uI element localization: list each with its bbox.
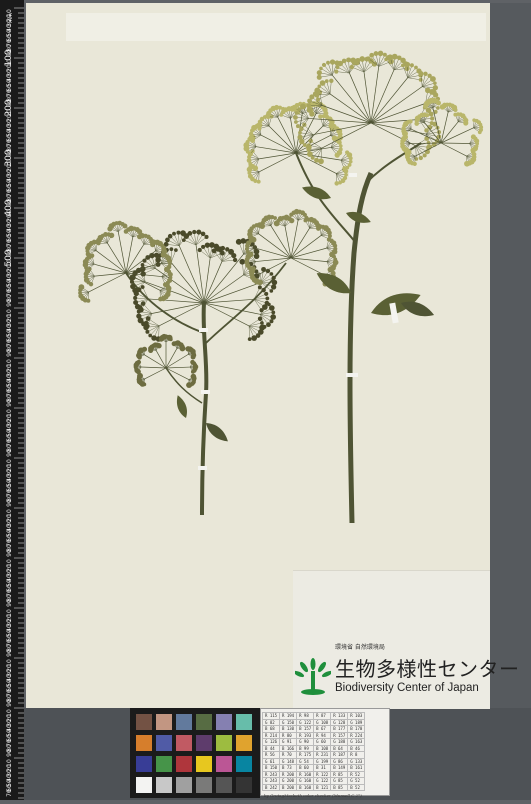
table-cell: B 149 (331, 765, 348, 772)
ruler-tick-label: 90 (6, 649, 13, 657)
table-cell: B 166 (280, 745, 297, 752)
color-swatch (236, 777, 252, 793)
table-cell: R 231 (314, 752, 331, 759)
color-swatch (176, 735, 192, 751)
color-swatch (136, 714, 152, 730)
table-cell: G 189 (348, 719, 365, 726)
table-cell: R 175 (297, 752, 314, 759)
biodiversity-tree-logo-icon (295, 657, 331, 697)
table-cell: R 122 (314, 771, 331, 778)
color-swatch (156, 777, 172, 793)
table-cell: G 133 (348, 758, 365, 765)
table-cell: G 108 (314, 719, 331, 726)
ruler-tick-label: 70 (6, 789, 13, 797)
color-swatch (216, 735, 232, 751)
color-swatch (236, 714, 252, 730)
table-cell: R 224 (348, 732, 365, 739)
ruler-tick-label: 90 (6, 749, 13, 757)
ruler-tick-label: 90 (6, 599, 13, 607)
ruler-tick-label: 90 (6, 449, 13, 457)
ruler-tick-label: 90 (6, 299, 13, 307)
chart-credit: by GretagMacbeth color checker (Munsell … (264, 793, 362, 798)
color-swatch (236, 756, 252, 772)
table-cell: G 200 (280, 778, 297, 785)
table-cell: B 157 (297, 726, 314, 733)
color-swatch (196, 714, 212, 730)
table-cell: B 161 (348, 765, 365, 772)
table-cell: G 160 (297, 778, 314, 785)
color-swatch (176, 777, 192, 793)
table-row: B 242B 200B 160B 121B 85B 52 (263, 784, 365, 791)
table-cell: R 200 (280, 771, 297, 778)
color-swatch (136, 735, 152, 751)
color-swatch (196, 777, 212, 793)
color-swatch (156, 756, 172, 772)
table-cell: B 52 (348, 784, 365, 791)
ruler-scale: 1020304050607080901001020304050607080902… (0, 0, 24, 800)
table-cell: B 200 (280, 784, 297, 791)
color-swatch (156, 735, 172, 751)
color-swatch (216, 714, 232, 730)
table-cell: R 193 (297, 732, 314, 739)
table-cell: B 130 (280, 726, 297, 733)
table-cell: G 163 (348, 739, 365, 746)
table-cell: G 122 (314, 778, 331, 785)
table-cell: R 157 (331, 732, 348, 739)
ruler-tick-label: 90 (6, 349, 13, 357)
table-cell: R 214 (263, 732, 280, 739)
table-cell: R 133 (331, 713, 348, 720)
table-cell: B 177 (331, 726, 348, 733)
measurement-ruler: 1020304050607080901001020304050607080902… (0, 0, 24, 800)
table-cell: G 126 (263, 739, 280, 746)
color-swatch (136, 756, 152, 772)
ruler-tick-label: 90 (6, 499, 13, 507)
ruler-tick-label: 90 (6, 699, 13, 707)
center-english-name: Biodiversity Center of Japan (335, 682, 479, 694)
table-cell: G 148 (280, 758, 297, 765)
color-swatches (130, 708, 260, 798)
table-cell: G 199 (314, 758, 331, 765)
table-cell: G 122 (297, 719, 314, 726)
table-cell: B 160 (297, 784, 314, 791)
table-cell: G 243 (263, 778, 280, 785)
table-cell: B 170 (348, 726, 365, 733)
color-swatch (176, 714, 192, 730)
color-swatch (176, 756, 192, 772)
institution-label: 環境省 自然環境局 生物多様性センター Biodiversity Center … (293, 570, 490, 709)
color-swatch (216, 756, 232, 772)
sheet-edge-shadow (490, 3, 531, 708)
color-swatch (236, 735, 252, 751)
ruler-tick-label: 90 (6, 549, 13, 557)
table-cell: G 150 (280, 719, 297, 726)
rgb-value-table: R 115R 194R 98R 87R 133R 103G 82G 150G 1… (262, 712, 365, 791)
table-cell: G 188 (331, 739, 348, 746)
table-cell: R 243 (263, 771, 280, 778)
ministry-text: 環境省 自然環境局 (335, 642, 385, 651)
ruler-unit-label: mm (8, 13, 14, 23)
table-cell: R 194 (280, 713, 297, 720)
table-cell: B 121 (314, 784, 331, 791)
table-cell: B 150 (263, 765, 280, 772)
color-swatch (156, 714, 172, 730)
color-swatch (136, 777, 152, 793)
table-cell: R 115 (263, 713, 280, 720)
ruler-tick-label: 90 (6, 399, 13, 407)
color-reference-table: R 115R 194R 98R 87R 133R 103G 82G 150G 1… (260, 708, 390, 796)
table-cell: B 85 (331, 784, 348, 791)
specimen-left-stem (78, 209, 338, 515)
table-cell: R 187 (331, 752, 348, 759)
color-swatch (196, 756, 212, 772)
color-swatch (196, 735, 212, 751)
table-cell: R 103 (348, 713, 365, 720)
table-cell: B 242 (263, 784, 280, 791)
center-japanese-name: 生物多様性センター (335, 653, 520, 682)
table-cell: R 160 (297, 771, 314, 778)
table-cell: B 108 (314, 745, 331, 752)
table-cell: G 128 (331, 719, 348, 726)
color-swatch (216, 777, 232, 793)
specimen-right-stem (243, 51, 483, 523)
color-checker-chart (130, 708, 260, 798)
